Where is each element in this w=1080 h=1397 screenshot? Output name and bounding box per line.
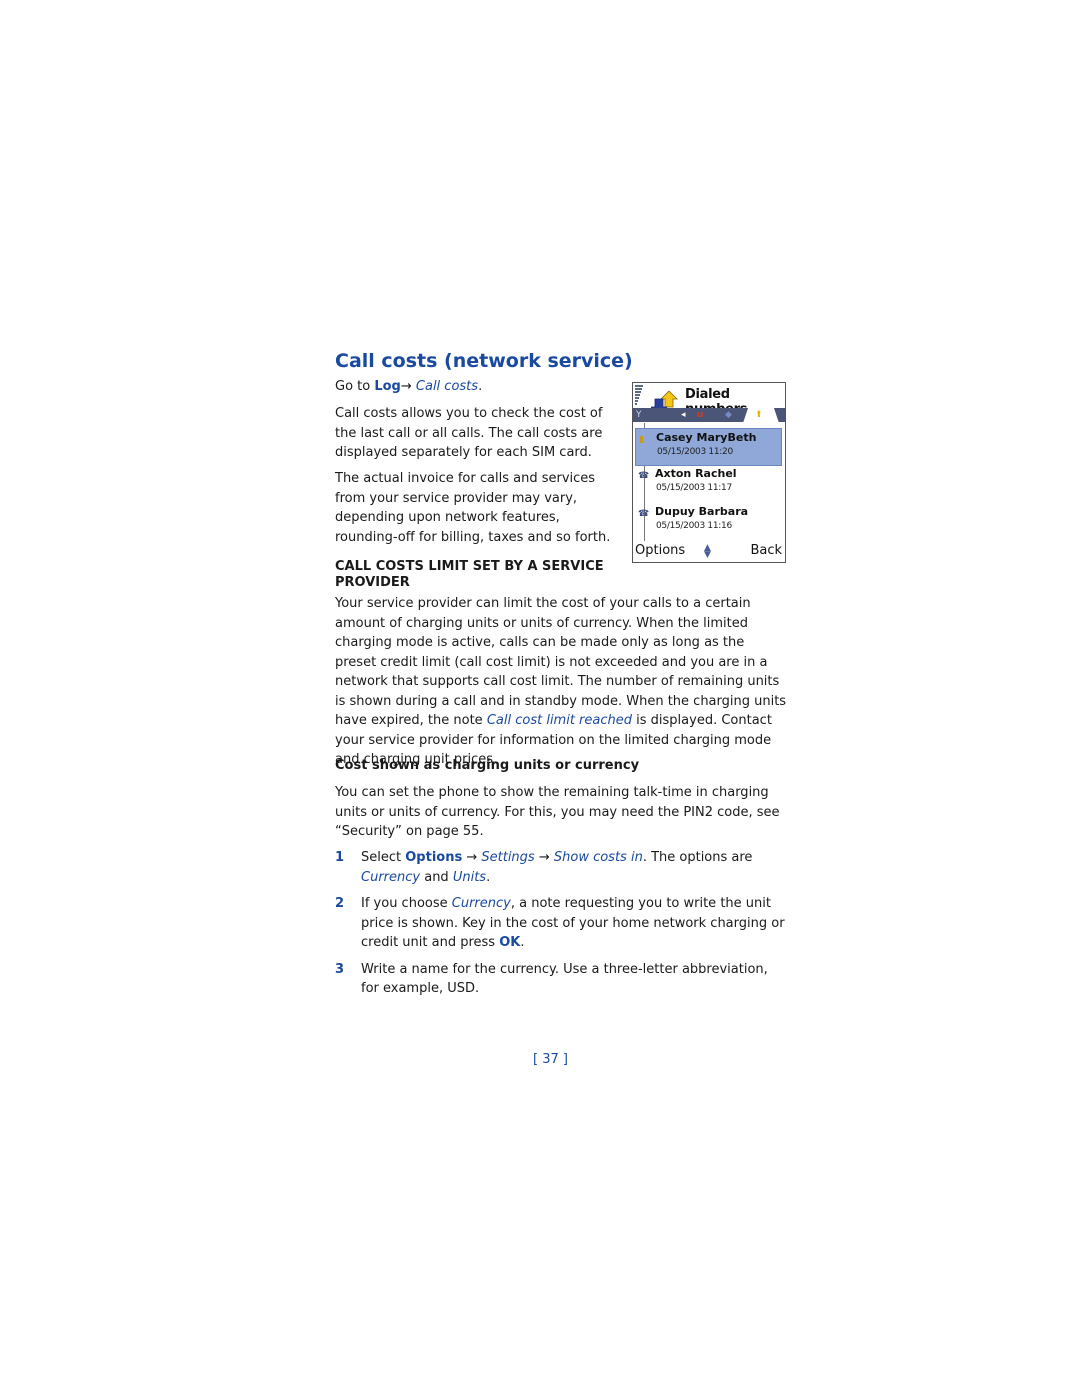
- steps-list: 1 Select Options → Settings → Show costs …: [335, 848, 787, 1006]
- menu-settings: Settings: [481, 850, 535, 865]
- cost-paragraph: You can set the phone to show the remain…: [335, 785, 780, 839]
- sim-contact-icon: ▮: [639, 435, 644, 445]
- option-currency: Currency: [361, 869, 421, 885]
- goto-suffix: .: [478, 379, 483, 394]
- limit-paragraph: Your service provider can limit the cost…: [335, 594, 787, 770]
- intro-paragraph: Call costs allows you to check the cost …: [335, 406, 603, 460]
- page-number: [ 37 ]: [533, 1052, 568, 1067]
- phone-icon: ☎: [638, 471, 650, 481]
- dialed-calls-tab-icon[interactable]: ⬆: [755, 408, 763, 422]
- option-units: Units: [452, 869, 487, 885]
- contact-name: Dupuy Barbara: [655, 505, 749, 518]
- contact-name: Axton Rachel: [655, 467, 737, 480]
- step-item: 1 Select Options → Settings → Show costs …: [335, 848, 787, 887]
- arrow-icon: →: [534, 850, 554, 865]
- arrow-icon: →: [400, 379, 416, 394]
- option-currency: Currency: [451, 896, 511, 911]
- received-calls-tab-icon[interactable]: ◆: [725, 408, 732, 422]
- options-softkey[interactable]: Options: [635, 543, 685, 558]
- step-text: . The options are: [642, 850, 753, 865]
- phone-icon: ☎: [638, 509, 650, 519]
- step-text: If you choose: [361, 896, 452, 911]
- step-text: .: [520, 935, 525, 950]
- contact-name: Casey MaryBeth: [656, 431, 757, 444]
- list-item[interactable]: ☎ Axton Rachel 05/15/2003 11:17: [635, 465, 781, 501]
- step-text: Select: [361, 850, 406, 865]
- limit-note: Call cost limit reached: [486, 713, 633, 728]
- menu-show-costs-in: Show costs in: [553, 850, 643, 865]
- step-item: 3 Write a name for the currency. Use a th…: [335, 960, 787, 999]
- section-heading: Call costs (network service): [335, 350, 633, 372]
- step-text: Write a name for the currency. Use a thr…: [361, 961, 768, 997]
- menu-log: Log: [374, 379, 401, 394]
- menu-call-costs: Call costs: [415, 379, 479, 394]
- call-datetime: 05/15/2003 11:20: [657, 447, 733, 457]
- invoice-paragraph: The actual invoice for calls and service…: [335, 471, 611, 545]
- list-item[interactable]: ☎ Dupuy Barbara 05/15/2003 11:16: [635, 503, 781, 539]
- limit-heading: CALL COSTS LIMIT SET BY A SERVICE PROVID…: [335, 559, 604, 590]
- call-datetime: 05/15/2003 11:17: [656, 483, 732, 493]
- step-number: 1: [335, 850, 345, 865]
- call-datetime: 05/15/2003 11:16: [656, 521, 732, 531]
- cost-heading: Cost shown as charging units or currency: [335, 758, 640, 773]
- missed-calls-tab-icon[interactable]: u: [697, 408, 703, 422]
- phone-screenshot: Dialed numbers Y ◂ u ◆ ⬆ ▮ Casey MaryBet…: [632, 382, 786, 563]
- step-text: .: [486, 869, 491, 885]
- menu-options: Options: [405, 850, 463, 865]
- step-number: 2: [335, 896, 345, 911]
- tab-scroll-left-icon: ◂: [681, 410, 686, 420]
- limit-text-before: Your service provider can limit the cost…: [335, 596, 787, 728]
- navigation-path: Go to Log→ Call costs.: [335, 379, 482, 394]
- goto-prefix: Go to: [335, 379, 375, 394]
- step-item: 2 If you choose Currency, a note requesti…: [335, 894, 787, 953]
- antenna-icon: Y: [636, 410, 642, 420]
- softkey-bar: Options ▲ ▼ Back: [633, 542, 785, 562]
- back-softkey[interactable]: Back: [750, 543, 782, 558]
- step-text: and: [420, 869, 453, 885]
- scroll-updown-icon: ▲ ▼: [704, 543, 711, 560]
- arrow-icon: →: [462, 850, 482, 865]
- key-ok: OK: [499, 935, 521, 950]
- signal-strength-icon: [635, 385, 643, 406]
- step-number: 3: [335, 961, 345, 977]
- list-item-selected[interactable]: ▮ Casey MaryBeth 05/15/2003 11:20: [635, 428, 782, 466]
